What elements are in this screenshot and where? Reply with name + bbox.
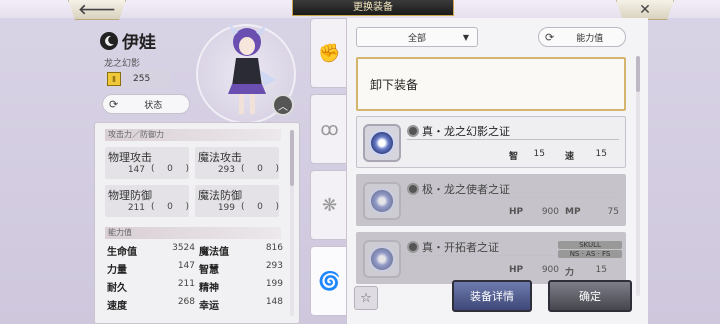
stat-bonus: (0) — [241, 202, 279, 212]
crest-icon: ❋ — [321, 194, 338, 216]
skull-tag-line1: SKULL — [558, 241, 622, 249]
ability-row: 速度 268 幸运 148 — [107, 297, 283, 312]
stat-label: 魔法攻击 — [198, 151, 242, 164]
equipment-detail-button[interactable]: 装备详情 — [452, 280, 532, 312]
page-title: 更换装备 — [292, 0, 454, 16]
swirl-icon: 🌀 — [318, 270, 341, 292]
tab-weapon[interactable]: ✊ — [310, 18, 348, 88]
stat-physical-attack: 物理攻击 147 (0) — [105, 147, 189, 179]
item-stat: 速 15 — [565, 149, 607, 162]
stat-physical-defense: 物理防御 211 (0) — [105, 185, 189, 217]
item-name: 极・龙之使者之证 — [422, 183, 510, 196]
item-title: 真・龙之幻影之证 — [407, 123, 510, 139]
favorite-button[interactable]: ☆ — [354, 286, 378, 310]
item-stat: HP 900 — [509, 265, 559, 275]
status-button-label: 状态 — [144, 100, 163, 111]
scroll-icon: ꝏ — [320, 118, 339, 140]
equipment-category-tabs: ✊ ꝏ ❋ 🌀 — [306, 18, 348, 324]
stat-value: 211 — [127, 203, 145, 213]
item-stat: 力 15 — [565, 265, 607, 278]
stat-bonus: (0) — [151, 164, 189, 174]
equipment-item[interactable]: 真・龙之幻影之证 智 15 速 15 — [356, 116, 626, 168]
tab-accessory[interactable]: ❋ — [310, 170, 348, 240]
refresh-icon: ⟳ — [109, 97, 119, 111]
character-sprite[interactable] — [214, 22, 280, 118]
close-icon: ✕ — [639, 1, 651, 18]
expand-up-button[interactable]: ︿ — [272, 94, 294, 116]
equipment-scroll-thumb[interactable] — [636, 56, 640, 92]
moon-icon — [100, 31, 118, 50]
confirm-button[interactable]: 确定 — [548, 280, 632, 312]
item-stat: MP 75 — [565, 207, 619, 217]
stat-bonus: (0) — [241, 164, 279, 174]
equipment-scrollbar[interactable] — [636, 56, 640, 296]
back-button[interactable]: 🡐 — [68, 0, 126, 20]
unequip-button[interactable]: 卸下装备 — [356, 57, 626, 111]
stat-value: 293 — [217, 165, 235, 175]
item-stat: 智 15 — [509, 149, 545, 162]
filter-selected: 全部 — [407, 33, 426, 44]
chevron-up-icon: ︿ — [278, 101, 288, 113]
stat-label: 物理防御 — [108, 189, 152, 202]
stat-value: 147 — [127, 165, 145, 175]
ability-row: 耐久 211 精神 199 — [107, 279, 283, 294]
item-title: 极・龙之使者之证 — [407, 181, 510, 197]
emblem-icon — [363, 240, 401, 278]
level-icon: Ⅱ — [107, 72, 121, 86]
ability-row: 力量 147 智慧 293 — [107, 261, 283, 276]
refresh-icon: ⟳ — [545, 30, 555, 44]
sort-button[interactable]: ⟳ 能力值 — [538, 27, 626, 47]
character-subtitle: 龙之幻影 — [104, 59, 141, 69]
stats-panel: 攻击力／防御力 物理攻击 147 (0) 魔法攻击 293 (0) 物理防御 2… — [94, 122, 300, 324]
fist-icon: ✊ — [318, 42, 341, 64]
sort-label: 能力值 — [576, 33, 604, 44]
arrow-left-icon: 🡐 — [78, 2, 116, 18]
section-attack-header: 攻击力／防御力 — [105, 129, 281, 141]
gear-badge-icon — [407, 241, 419, 253]
item-name: 真・龙之幻影之证 — [422, 125, 510, 138]
stat-magic-defense: 魔法防御 199 (0) — [195, 185, 279, 217]
stat-label: 魔法防御 — [198, 189, 242, 202]
skull-tag: SKULL NS · AS · FS — [558, 241, 622, 263]
level-value: 255 — [133, 74, 151, 84]
tab-armor[interactable]: ꝏ — [310, 94, 348, 164]
equipment-item[interactable]: 极・龙之使者之证 HP 900 MP 75 — [356, 174, 626, 226]
item-stat: HP 900 — [509, 207, 559, 217]
close-button[interactable]: ✕ — [616, 0, 674, 20]
divider — [407, 197, 619, 198]
dropdown-arrow-icon: ▼ — [462, 33, 469, 42]
skull-tag-line2: NS · AS · FS — [558, 250, 622, 258]
stat-label: 物理攻击 — [108, 151, 152, 164]
character-name: 伊娃 — [122, 33, 156, 53]
character-header: 伊娃 — [100, 28, 156, 53]
item-title: 真・开拓者之证 — [407, 239, 499, 255]
emblem-icon — [363, 182, 401, 220]
section-ability-header: 能力值 — [105, 227, 281, 239]
emblem-icon — [363, 124, 401, 162]
star-icon: ☆ — [360, 290, 372, 306]
gear-badge-icon — [407, 183, 419, 195]
level-box: Ⅱ 255 — [104, 70, 170, 88]
filter-dropdown[interactable]: 全部 ▼ — [356, 27, 478, 47]
gear-badge-icon — [407, 125, 419, 137]
stats-scroll-thumb[interactable] — [290, 130, 294, 186]
ability-row: 生命值 3524 魔法值 816 — [107, 243, 283, 258]
stat-bonus: (0) — [151, 202, 189, 212]
stat-magic-attack: 魔法攻击 293 (0) — [195, 147, 279, 179]
stat-value: 199 — [217, 203, 235, 213]
divider — [407, 139, 619, 140]
item-name: 真・开拓者之证 — [422, 241, 499, 254]
status-button[interactable]: ⟳ 状态 — [102, 94, 190, 114]
tab-emblem[interactable]: 🌀 — [310, 246, 348, 316]
